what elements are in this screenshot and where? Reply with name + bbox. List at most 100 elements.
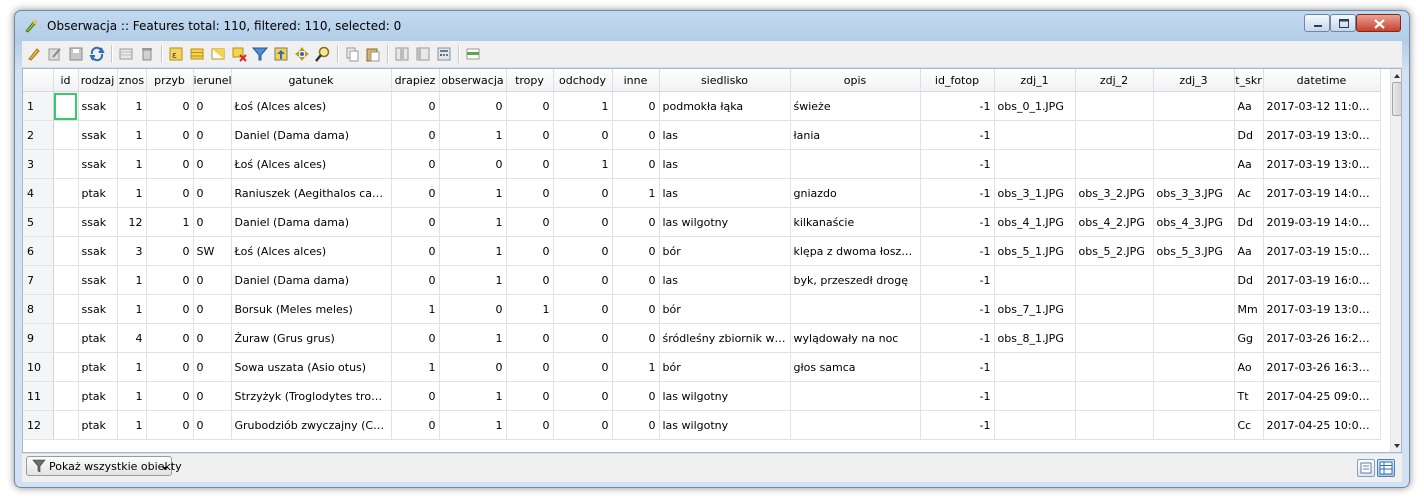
- table-cell[interactable]: łania: [790, 120, 921, 150]
- table-cell[interactable]: 0: [612, 120, 660, 150]
- table-cell[interactable]: 0: [439, 149, 507, 179]
- table-cell[interactable]: [53, 120, 79, 150]
- table-cell[interactable]: Daniel (Dama dama): [231, 120, 392, 150]
- table-cell[interactable]: [994, 120, 1076, 150]
- table-cell[interactable]: Grubodziób zwyczajny (Coccothraustes coc…: [231, 410, 392, 440]
- table-cell[interactable]: -1: [920, 265, 995, 295]
- table-cell[interactable]: ssak: [78, 207, 118, 237]
- table-cell[interactable]: 0: [193, 178, 232, 208]
- table-cell[interactable]: [1075, 91, 1154, 121]
- table-cell[interactable]: -1: [920, 91, 995, 121]
- pan-to-selection-icon[interactable]: [294, 46, 310, 62]
- table-cell[interactable]: 0: [439, 352, 507, 382]
- table-cell[interactable]: 1: [439, 410, 507, 440]
- table-cell[interactable]: obs_3_2.JPG: [1075, 178, 1154, 208]
- table-cell[interactable]: [1153, 410, 1235, 440]
- table-cell[interactable]: [1153, 91, 1235, 121]
- table-cell[interactable]: obs_7_1.JPG: [994, 294, 1076, 324]
- table-cell[interactable]: [790, 381, 921, 411]
- table-cell[interactable]: [1075, 265, 1154, 295]
- row-header[interactable]: 1: [23, 91, 54, 121]
- maximize-button[interactable]: [1330, 14, 1356, 32]
- table-cell[interactable]: Borsuk (Meles meles): [231, 294, 392, 324]
- table-cell[interactable]: 1: [391, 352, 440, 382]
- table-cell[interactable]: 2017-03-19 15:00:00: [1263, 236, 1381, 266]
- table-cell[interactable]: [1153, 294, 1235, 324]
- table-cell[interactable]: Dd: [1234, 265, 1264, 295]
- table-cell[interactable]: 2017-03-19 13:00:00: [1263, 120, 1381, 150]
- table-cell[interactable]: ssak: [78, 265, 118, 295]
- table-cell[interactable]: 1: [117, 265, 147, 295]
- select-all-icon[interactable]: [189, 46, 205, 62]
- table-cell[interactable]: Strzyżyk (Troglodytes troglodytes): [231, 381, 392, 411]
- table-cell[interactable]: Ac: [1234, 178, 1264, 208]
- table-cell[interactable]: bór: [659, 352, 791, 382]
- table-cell[interactable]: klępa z dwoma łoszakami: [790, 236, 921, 266]
- table-cell[interactable]: las wilgotny: [659, 207, 791, 237]
- table-cell[interactable]: Dd: [1234, 120, 1264, 150]
- table-cell[interactable]: [1075, 294, 1154, 324]
- table-cell[interactable]: 1: [612, 352, 660, 382]
- table-cell[interactable]: las: [659, 120, 791, 150]
- column-header-id-fotop[interactable]: id_fotop: [920, 69, 995, 92]
- column-header-znos[interactable]: znos: [117, 69, 147, 92]
- form-view-button[interactable]: [1357, 459, 1375, 477]
- table-cell[interactable]: 0: [391, 178, 440, 208]
- table-cell[interactable]: [53, 236, 79, 266]
- table-cell[interactable]: 0: [553, 207, 613, 237]
- reload-icon[interactable]: [89, 46, 105, 62]
- table-cell[interactable]: byk, przeszedł drogę: [790, 265, 921, 295]
- table-cell[interactable]: [1075, 149, 1154, 179]
- column-header-odchody[interactable]: odchody: [553, 69, 613, 92]
- table-cell[interactable]: Dd: [1234, 207, 1264, 237]
- table-cell[interactable]: ssak: [78, 120, 118, 150]
- table-cell[interactable]: Łoś (Alces alces): [231, 91, 392, 121]
- table-cell[interactable]: 0: [612, 381, 660, 411]
- table-cell[interactable]: 2017-03-12 11:00:00: [1263, 91, 1381, 121]
- table-cell[interactable]: 0: [391, 236, 440, 266]
- table-cell[interactable]: 1: [117, 410, 147, 440]
- table-cell[interactable]: las wilgotny: [659, 381, 791, 411]
- table-cell[interactable]: 0: [193, 323, 232, 353]
- table-cell[interactable]: 0: [391, 91, 440, 121]
- zoom-to-selection-icon[interactable]: [315, 46, 331, 62]
- table-cell[interactable]: 1: [117, 178, 147, 208]
- table-cell[interactable]: 0: [193, 294, 232, 324]
- table-cell[interactable]: kilkanaście: [790, 207, 921, 237]
- table-cell[interactable]: 0: [146, 236, 194, 266]
- table-cell[interactable]: 0: [506, 410, 554, 440]
- table-cell[interactable]: 1: [439, 120, 507, 150]
- table-cell[interactable]: Sowa uszata (Asio otus): [231, 352, 392, 382]
- table-cell[interactable]: 1: [506, 294, 554, 324]
- table-cell[interactable]: 0: [193, 410, 232, 440]
- table-row[interactable]: 4ptak100Raniuszek (Aegithalos caudatus)0…: [23, 178, 1381, 208]
- table-cell[interactable]: [1075, 381, 1154, 411]
- table-cell[interactable]: obs_3_1.JPG: [994, 178, 1076, 208]
- table-cell[interactable]: 2017-03-19 16:00:00: [1263, 265, 1381, 295]
- table-cell[interactable]: 1: [391, 294, 440, 324]
- filter-selected-icon[interactable]: [252, 46, 268, 62]
- table-cell[interactable]: 0: [506, 178, 554, 208]
- table-row[interactable]: 8 ssak 1 0 0 Borsuk (Meles meles) 1 0 1 0 0 bór -1 ob…: [23, 294, 1381, 324]
- table-row[interactable]: 9 ptak 4 0 0 Żuraw (Grus grus) 0 1 0 0 0 śródleśny …: [23, 323, 1381, 353]
- row-header[interactable]: 6: [23, 236, 54, 266]
- conditional-formatting-icon[interactable]: [465, 46, 481, 62]
- table-cell[interactable]: głos samca: [790, 352, 921, 382]
- multi-edit-icon[interactable]: [47, 46, 63, 62]
- table-cell[interactable]: 0: [193, 120, 232, 150]
- table-cell[interactable]: Raniuszek (Aegithalos caudatus): [231, 178, 392, 208]
- table-cell[interactable]: 0: [146, 352, 194, 382]
- table-cell[interactable]: 0: [193, 91, 232, 121]
- table-cell[interactable]: 0: [391, 265, 440, 295]
- close-button[interactable]: [1356, 14, 1401, 32]
- table-cell[interactable]: ptak: [78, 323, 118, 353]
- table-cell[interactable]: 3: [117, 236, 147, 266]
- table-cell[interactable]: SW: [193, 236, 232, 266]
- table-cell[interactable]: Cc: [1234, 410, 1264, 440]
- column-header-przyb[interactable]: przyb: [146, 69, 194, 92]
- table-cell[interactable]: 0: [612, 323, 660, 353]
- delete-feature-icon[interactable]: [139, 46, 155, 62]
- show-features-filter-button[interactable]: Pokaż wszystkie obiekty: [26, 456, 182, 476]
- table-cell[interactable]: ptak: [78, 352, 118, 382]
- table-cell[interactable]: 0: [146, 294, 194, 324]
